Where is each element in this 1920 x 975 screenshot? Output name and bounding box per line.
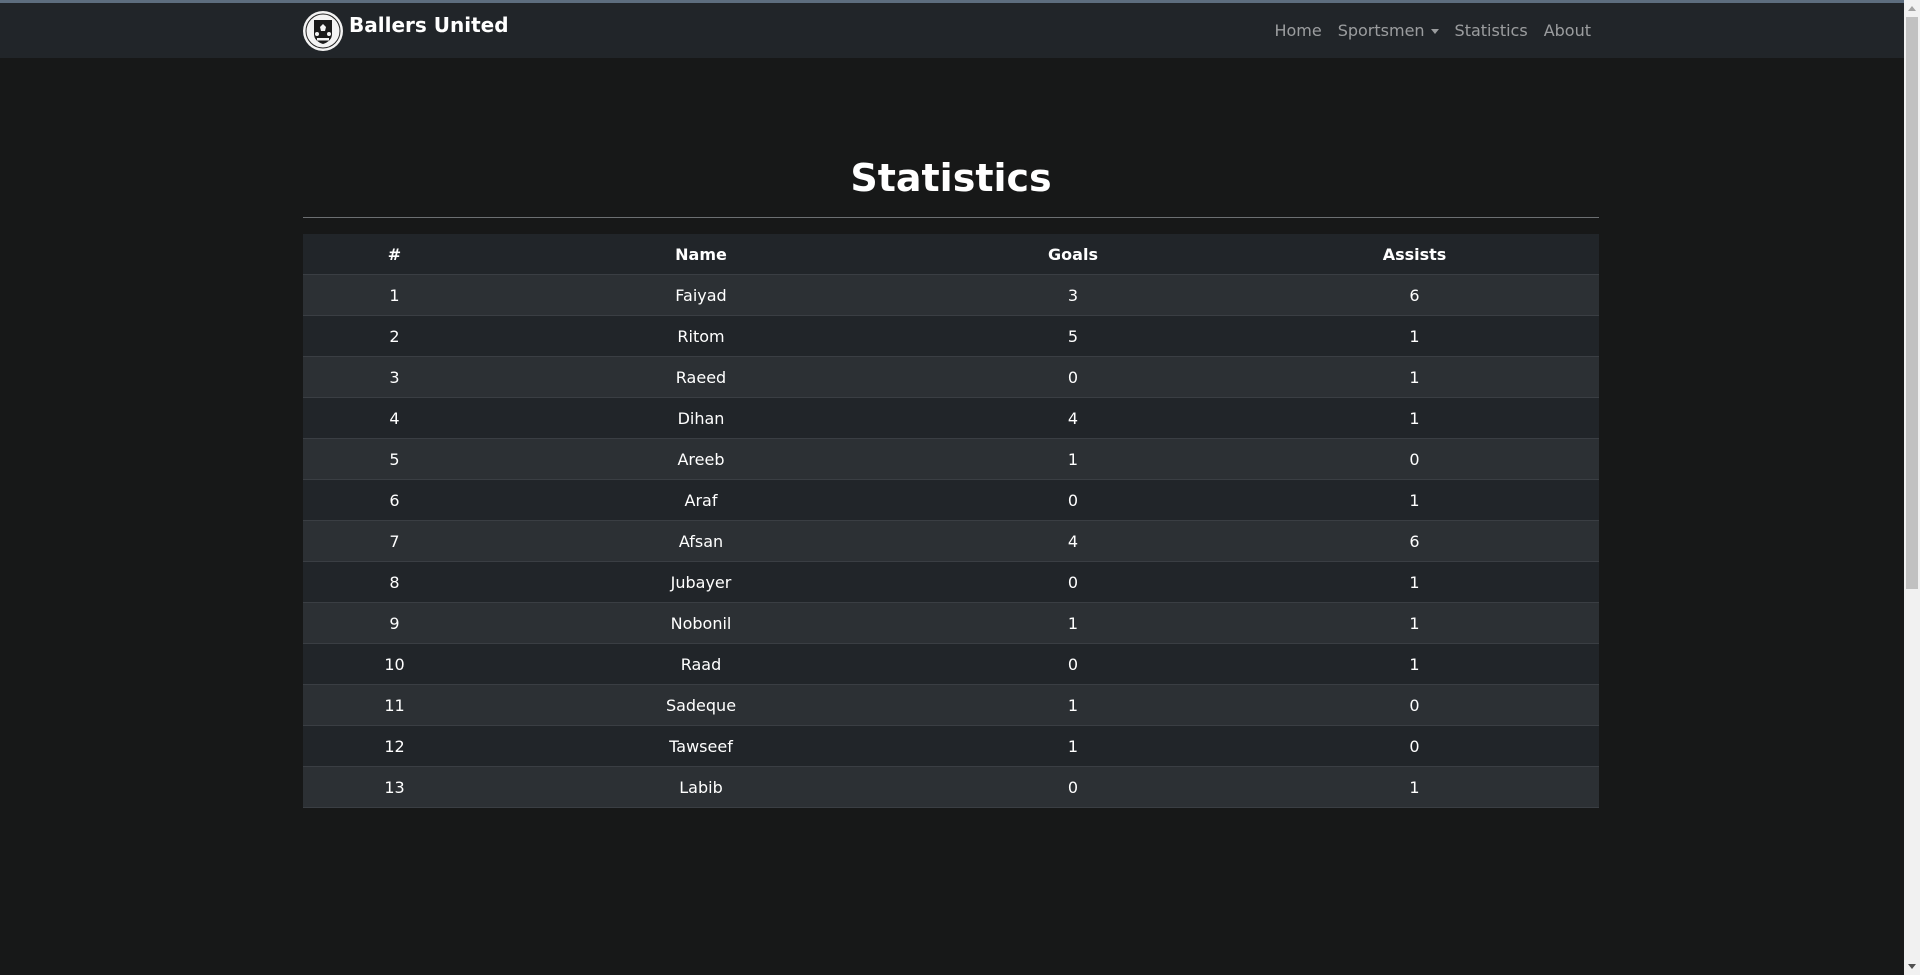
- scrollbar-thumb[interactable]: [1906, 17, 1918, 589]
- cell-number: 12: [303, 725, 486, 767]
- main-content: Statistics # Name Goals Assists 1 Faiyad…: [303, 145, 1599, 808]
- cell-number: 4: [303, 397, 486, 439]
- cell-number: 9: [303, 602, 486, 644]
- cell-goals: 1: [916, 438, 1230, 480]
- scroll-up-arrow-icon[interactable]: [1908, 6, 1916, 11]
- cell-number: 11: [303, 684, 486, 726]
- nav-about[interactable]: About: [1544, 21, 1591, 40]
- cell-assists: 1: [1230, 766, 1599, 808]
- cell-assists: 1: [1230, 315, 1599, 357]
- navbar: Ballers United Home Sportsmen Statistics…: [0, 3, 1904, 58]
- cell-name: Raeed: [486, 356, 916, 398]
- cell-goals: 4: [916, 520, 1230, 562]
- cell-assists: 6: [1230, 520, 1599, 562]
- page-title: Statistics: [850, 156, 1052, 200]
- browser-viewport: Ballers United Home Sportsmen Statistics…: [0, 0, 1920, 975]
- cell-name: Ritom: [486, 315, 916, 357]
- nav-sportsmen-label: Sportsmen: [1337, 21, 1425, 40]
- cell-name: Faiyad: [486, 274, 916, 316]
- vertical-scrollbar[interactable]: [1904, 0, 1920, 975]
- table-row: 3 Raeed 0 1: [303, 356, 1599, 398]
- cell-assists: 1: [1230, 561, 1599, 603]
- cell-name: Jubayer: [486, 561, 916, 603]
- cell-number: 7: [303, 520, 486, 562]
- cell-name: Nobonil: [486, 602, 916, 644]
- cell-name: Areeb: [486, 438, 916, 480]
- cell-name: Dihan: [486, 397, 916, 439]
- cell-name: Araf: [486, 479, 916, 521]
- caret-down-icon: [1430, 29, 1439, 34]
- header-goals: Goals: [916, 234, 1230, 275]
- table-row: 10 Raad 0 1: [303, 643, 1599, 685]
- nav-links: Home Sportsmen Statistics About: [1258, 21, 1591, 40]
- cell-goals: 1: [916, 725, 1230, 767]
- header-name: Name: [486, 234, 916, 275]
- cell-number: 2: [303, 315, 486, 357]
- cell-goals: 4: [916, 397, 1230, 439]
- cell-goals: 1: [916, 684, 1230, 726]
- cell-number: 1: [303, 274, 486, 316]
- table-row: 2 Ritom 5 1: [303, 315, 1599, 357]
- table-row: 5 Areeb 1 0: [303, 438, 1599, 480]
- table-header-row: # Name Goals Assists: [303, 234, 1599, 275]
- cell-assists: 0: [1230, 684, 1599, 726]
- header-assists: Assists: [1230, 234, 1599, 275]
- cell-name: Raad: [486, 643, 916, 685]
- statistics-table: # Name Goals Assists 1 Faiyad 3 6 2 Rito…: [303, 234, 1599, 808]
- scroll-down-arrow-icon[interactable]: [1908, 964, 1916, 969]
- nav-statistics[interactable]: Statistics: [1455, 21, 1528, 40]
- cell-number: 13: [303, 766, 486, 808]
- cell-assists: 1: [1230, 602, 1599, 644]
- cell-goals: 0: [916, 643, 1230, 685]
- cell-number: 3: [303, 356, 486, 398]
- cell-goals: 3: [916, 274, 1230, 316]
- table-row: 12 Tawseef 1 0: [303, 725, 1599, 767]
- cell-goals: 0: [916, 356, 1230, 398]
- club-crest-icon: [303, 11, 343, 51]
- cell-assists: 1: [1230, 397, 1599, 439]
- nav-home[interactable]: Home: [1274, 21, 1321, 40]
- nav-sportsmen-dropdown[interactable]: Sportsmen: [1338, 21, 1439, 40]
- cell-assists: 0: [1230, 438, 1599, 480]
- cell-name: Afsan: [486, 520, 916, 562]
- table-row: 9 Nobonil 1 1: [303, 602, 1599, 644]
- cell-assists: 1: [1230, 643, 1599, 685]
- table-row: 1 Faiyad 3 6: [303, 274, 1599, 316]
- cell-goals: 0: [916, 766, 1230, 808]
- table-row: 7 Afsan 4 6: [303, 520, 1599, 562]
- cell-name: Labib: [486, 766, 916, 808]
- cell-assists: 0: [1230, 725, 1599, 767]
- cell-assists: 6: [1230, 274, 1599, 316]
- brand-link[interactable]: Ballers United: [303, 11, 509, 51]
- cell-name: Sadeque: [486, 684, 916, 726]
- cell-number: 6: [303, 479, 486, 521]
- cell-number: 10: [303, 643, 486, 685]
- cell-number: 5: [303, 438, 486, 480]
- title-divider: [303, 217, 1599, 218]
- cell-goals: 5: [916, 315, 1230, 357]
- cell-name: Tawseef: [486, 725, 916, 767]
- header-number: #: [303, 234, 486, 275]
- table-row: 6 Araf 0 1: [303, 479, 1599, 521]
- table-row: 13 Labib 0 1: [303, 766, 1599, 808]
- brand-name: Ballers United: [349, 13, 509, 37]
- cell-goals: 0: [916, 479, 1230, 521]
- table-row: 4 Dihan 4 1: [303, 397, 1599, 439]
- table-row: 11 Sadeque 1 0: [303, 684, 1599, 726]
- table-row: 8 Jubayer 0 1: [303, 561, 1599, 603]
- cell-assists: 1: [1230, 356, 1599, 398]
- cell-goals: 0: [916, 561, 1230, 603]
- cell-number: 8: [303, 561, 486, 603]
- cell-assists: 1: [1230, 479, 1599, 521]
- cell-goals: 1: [916, 602, 1230, 644]
